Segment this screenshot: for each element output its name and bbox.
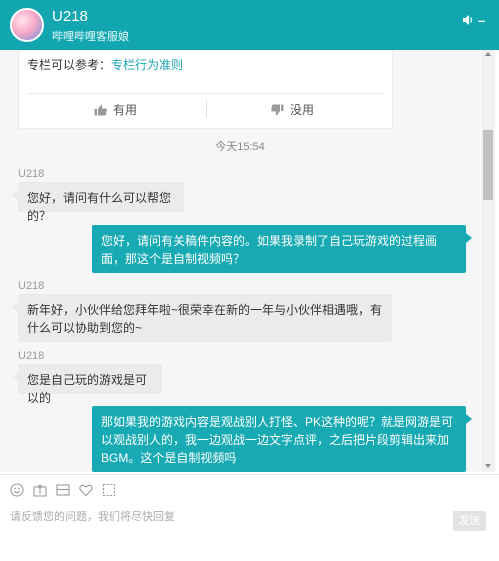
faq-text-prefix: 专栏可以参考： [27,58,112,72]
sound-icon[interactable] [462,14,474,29]
send-button[interactable]: 发送 [453,511,486,531]
useless-label: 没用 [290,103,315,117]
message-sender: U218 [18,350,45,362]
crop-icon[interactable] [102,483,120,501]
faq-text: 专栏可以参考：专栏行为准则 [27,56,183,73]
scroll-down-arrow[interactable] [485,464,491,468]
useful-button[interactable]: 有用 [94,101,137,119]
faq-divider [27,93,384,94]
chat-title: U218 [52,8,88,25]
faq-card: 专栏可以参考：专栏行为准则 有用 没用 [18,50,393,129]
scroll-thumb[interactable] [483,130,493,200]
heart-icon[interactable] [79,483,97,501]
input-area: 请反馈您的问题，我们将尽快回复 发送 [0,474,499,561]
minimize-button[interactable]: – [478,13,485,28]
upload-image-icon[interactable] [33,483,51,501]
outgoing-message: 那如果我的游戏内容是观战别人打怪、PK这种的呢？就是网游是可以观战别人的，我一边… [92,406,472,472]
message-timestamp: 今天15:54 [215,141,265,153]
outgoing-message: 您好，请问有关稿件内容的。如果我录制了自己玩游戏的过程画面，那这个是自制视频吗？ [92,225,472,273]
chat-subtitle: 哔哩哔哩客服娘 [52,31,129,43]
emoji-icon[interactable] [10,483,28,501]
vote-divider [206,100,207,118]
useful-label: 有用 [113,103,138,117]
thumbs-down-icon [271,104,284,119]
useless-button[interactable]: 没用 [271,101,314,119]
message-sender: U218 [18,280,45,292]
faq-link[interactable]: 专栏行为准则 [111,58,183,72]
message-sender: U218 [18,168,45,180]
chat-scrollbar[interactable] [481,50,495,472]
chat-messages[interactable]: 专栏可以参考：专栏行为准则 有用 没用 今天15:54 U218 您好，请问有什… [0,50,480,472]
incoming-message: 您好，请问有什么可以帮您的？ [12,182,184,223]
chat-header: U218 哔哩哔哩客服娘 – [0,0,499,50]
thumbs-up-icon [94,104,107,119]
incoming-message: 新年好，小伙伴给您拜年啦~很荣幸在新的一年与小伙伴相遇哦，有什么可以协助到您的~ [12,294,392,342]
scroll-up-arrow[interactable] [485,52,491,56]
avatar [10,8,44,42]
screenshot-icon[interactable] [56,483,74,501]
incoming-message: 您是自己玩的游戏是可以的 [12,364,162,405]
message-input[interactable]: 请反馈您的问题，我们将尽快回复 [10,508,175,524]
